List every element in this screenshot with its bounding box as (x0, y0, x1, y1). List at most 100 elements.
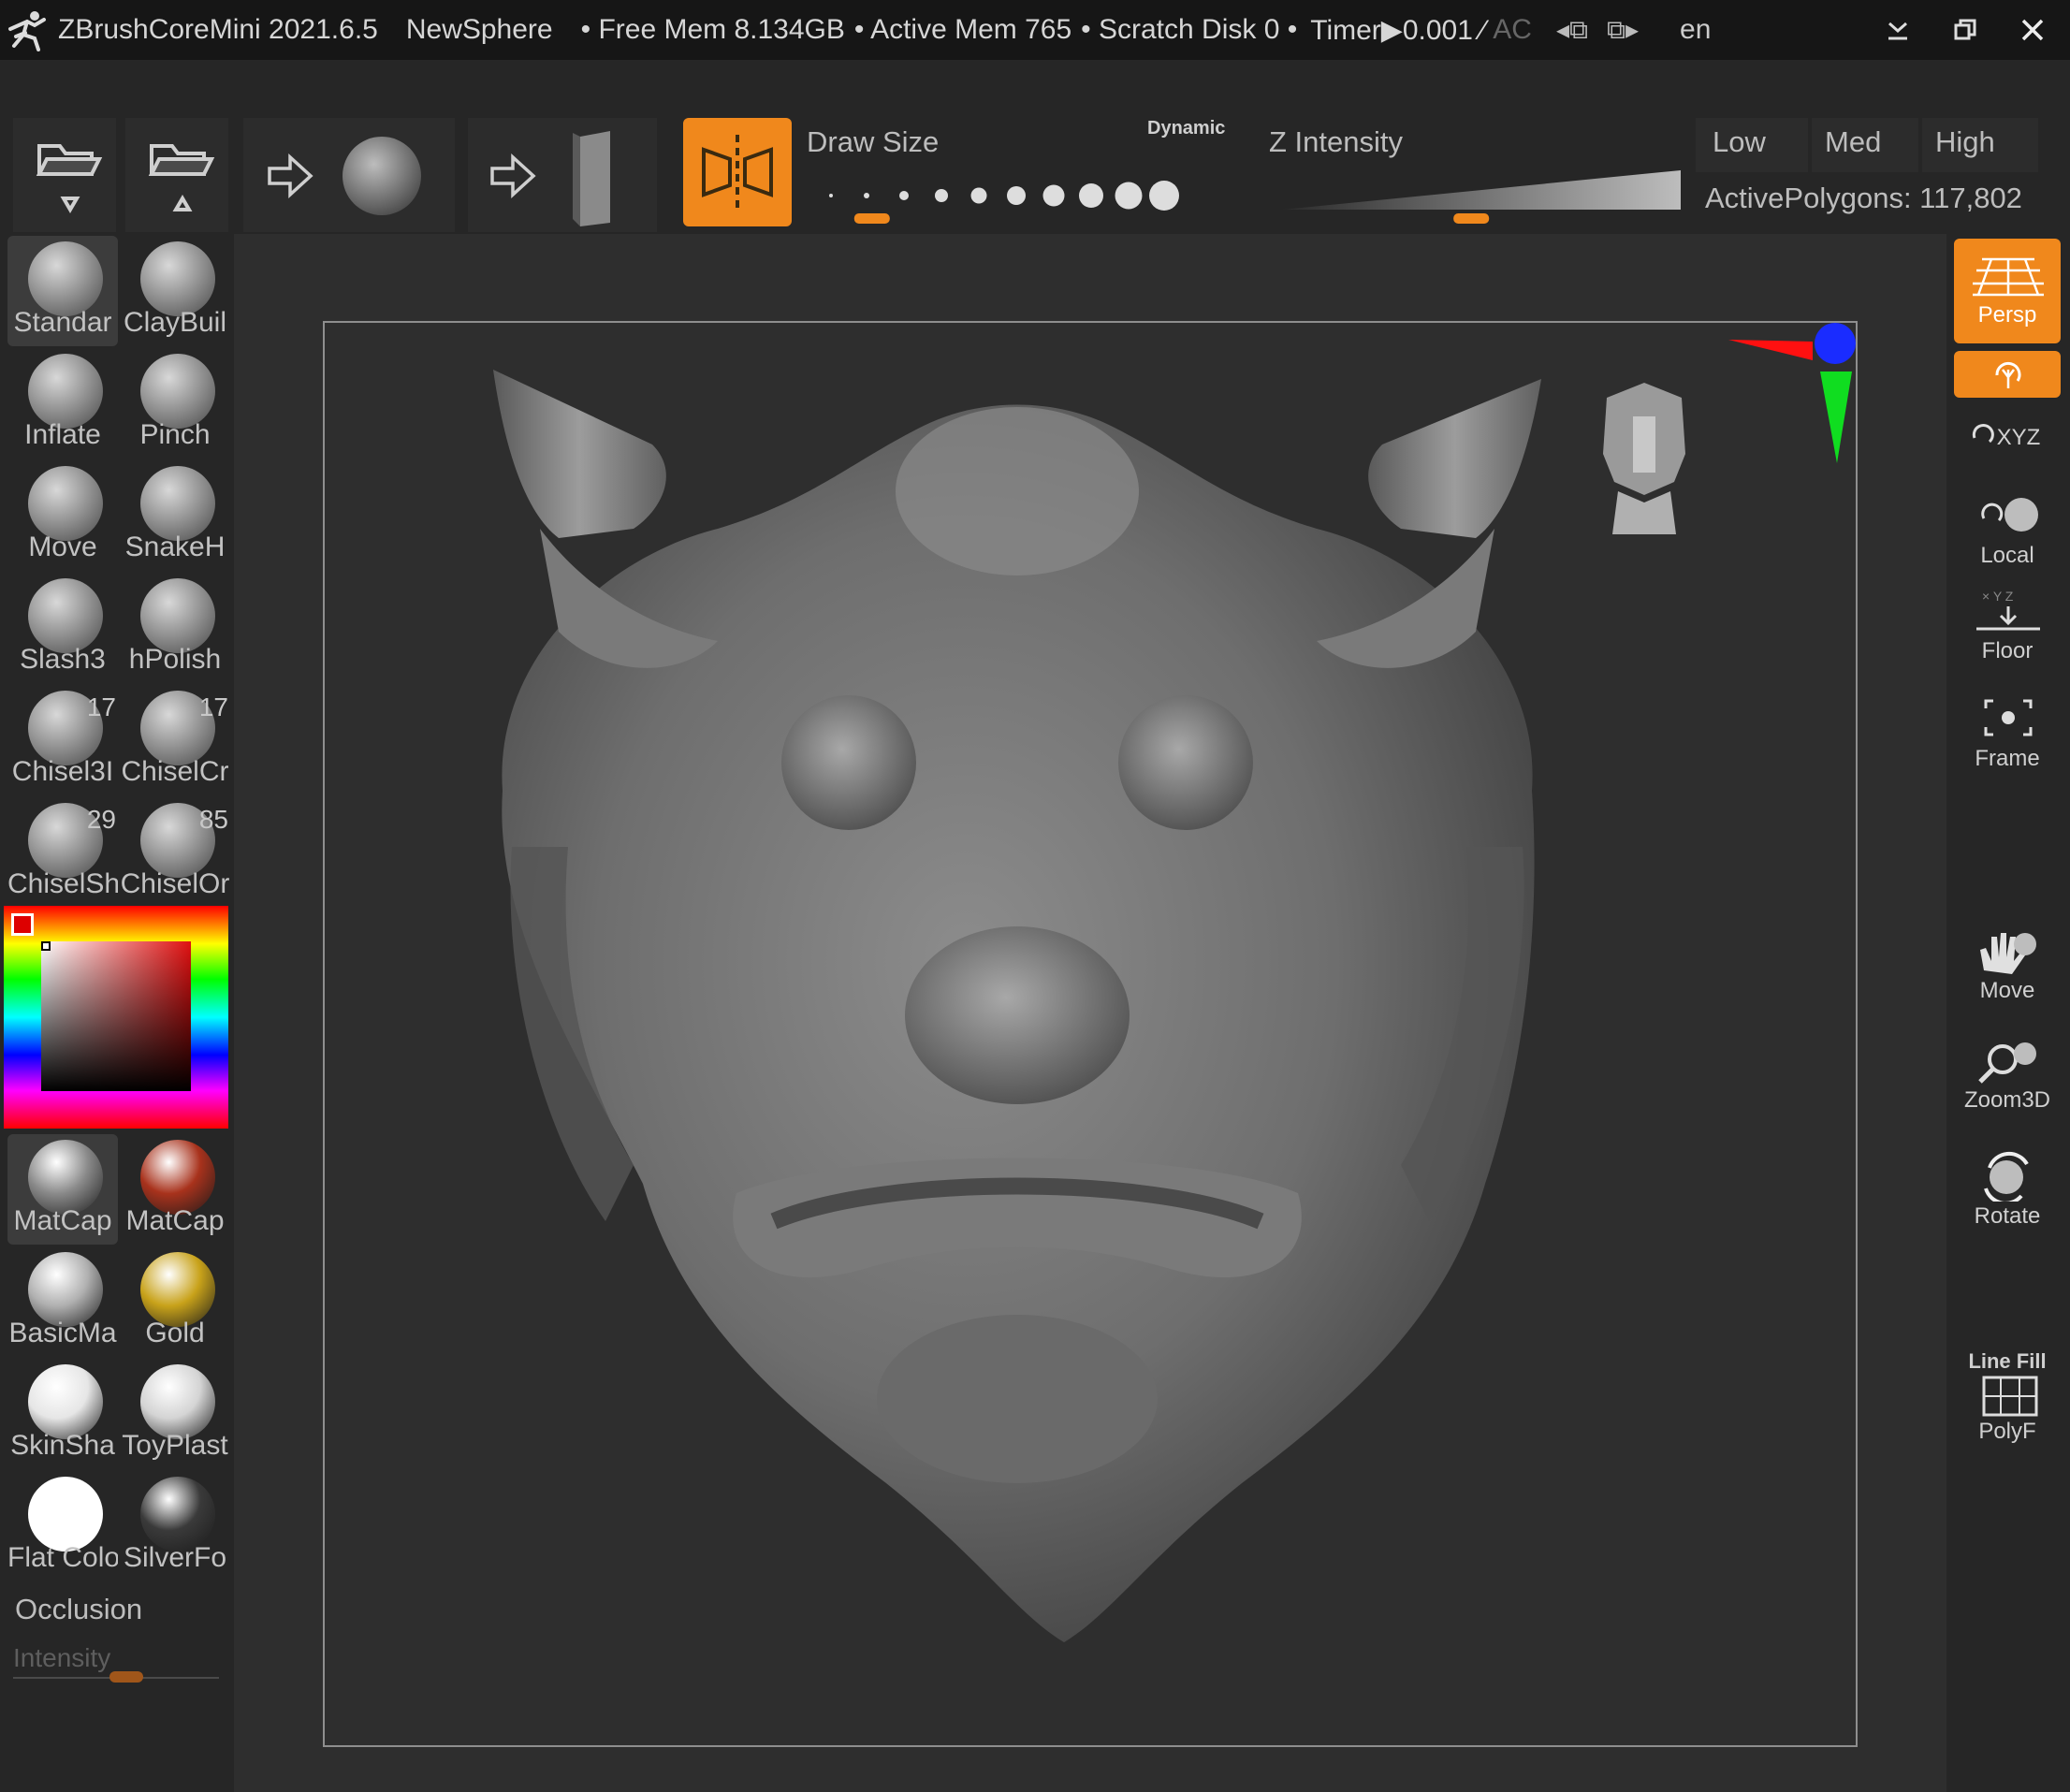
brush-inflate[interactable]: Inflate (7, 348, 118, 459)
sphere-primitive-button[interactable] (243, 118, 455, 232)
language-selector[interactable]: en (1680, 14, 1711, 46)
brush-move[interactable]: Move (7, 460, 118, 571)
brush-label: hPolish (128, 644, 222, 675)
axis-gizmo[interactable] (1728, 323, 1859, 463)
floor-button[interactable]: × Y Z Floor (1954, 571, 2061, 674)
cube-primitive-button[interactable] (468, 118, 657, 232)
material-2[interactable]: BasicMa (7, 1246, 118, 1357)
brush-count: 85 (198, 805, 228, 834)
material-1[interactable]: MatCap (120, 1134, 230, 1245)
intensity-thumb[interactable] (109, 1671, 143, 1683)
brush-chiselshapes[interactable]: ChiselSh 29 (7, 797, 118, 908)
brush-chiselcreature[interactable]: ChiselCr 17 (120, 685, 230, 795)
brush-snakehook[interactable]: SnakeH (120, 460, 230, 571)
active-mem: • Active Mem 765 (853, 14, 1072, 45)
right-panel: Persp XYZ Local × Y Z Floor Frame Move Z… (1946, 234, 2070, 1792)
brush-chiselornament[interactable]: ChiselOr 85 (120, 797, 230, 908)
zbrush-logo-icon (4, 6, 52, 54)
z-intensity-slider[interactable] (1282, 165, 1684, 230)
close-icon[interactable] (1999, 0, 2066, 60)
document-canvas[interactable] (323, 321, 1858, 1747)
brush-label: Pinch (139, 419, 211, 450)
material-sphere-icon (28, 1140, 103, 1215)
draw-size-thumb[interactable] (853, 213, 890, 224)
rotate-view-button[interactable]: Rotate (1954, 1142, 2061, 1246)
material-label: MatCap (125, 1205, 225, 1236)
line-fill-label: Line Fill (1968, 1349, 2047, 1373)
intensity-slider[interactable] (13, 1671, 219, 1683)
frame-icon (1984, 699, 2033, 736)
brush-count: 29 (86, 805, 116, 834)
color-saturation-square[interactable] (41, 941, 191, 1091)
open-button[interactable] (13, 118, 116, 232)
y-axis-icon (1820, 372, 1852, 463)
z-intensity-thumb[interactable] (1453, 213, 1490, 224)
material-label: Flat Colo (7, 1542, 118, 1573)
frame-button[interactable]: Frame (1954, 688, 2061, 791)
brush-hpolish[interactable]: hPolish (120, 573, 230, 683)
low-button[interactable]: Low (1696, 118, 1808, 172)
material-3[interactable]: Gold (120, 1246, 230, 1357)
material-sphere-icon (28, 1364, 103, 1439)
brush-slash3[interactable]: Slash3 (7, 573, 118, 683)
minimize-icon[interactable] (1864, 0, 1932, 60)
brush-standard[interactable]: Standar (7, 236, 118, 346)
material-4[interactable]: SkinSha (7, 1359, 118, 1469)
rotate-y-button[interactable] (1954, 351, 2061, 398)
brush-label: Slash3 (20, 644, 106, 675)
navigation-head-icon[interactable] (1588, 379, 1700, 538)
material-label: MatCap (13, 1205, 112, 1236)
xyz-label: XYZ (1996, 425, 2041, 450)
material-sphere-icon (140, 1364, 215, 1439)
move-view-button[interactable]: Move (1954, 922, 2061, 1025)
material-6[interactable]: Flat Colo (7, 1471, 118, 1581)
restore-icon[interactable] (1932, 0, 1999, 60)
z-intensity-label: Z Intensity (1269, 125, 1403, 158)
occlusion-label[interactable]: Occlusion (15, 1593, 142, 1626)
med-button[interactable]: Med (1812, 118, 1918, 172)
move-label: Move (1979, 978, 2035, 1003)
main-color-swatch[interactable] (11, 913, 34, 936)
zoom-magnifier-icon (1978, 1042, 2036, 1084)
frame-label: Frame (1975, 746, 2040, 771)
dynamic-toggle[interactable]: Dynamic (1147, 118, 1225, 139)
color-cursor[interactable] (41, 941, 51, 951)
brush-pinch[interactable]: Pinch (120, 348, 230, 459)
material-label: SilverFo (123, 1542, 227, 1573)
rotate-view-icon (1984, 1151, 2029, 1202)
high-button[interactable]: High (1922, 118, 2038, 172)
top-shelf: Draw Size Dynamic Z Intensity Low Med Hi… (0, 60, 2070, 234)
symmetry-toggle[interactable] (683, 118, 792, 226)
arrow-right-icon (490, 153, 536, 198)
material-7[interactable]: SilverFo (120, 1471, 230, 1581)
scratch-disk: • Scratch Disk 0 • (1081, 14, 1298, 45)
material-label: BasicMa (8, 1318, 117, 1348)
brush-label: Standar (13, 307, 112, 338)
local-button[interactable]: Local (1954, 487, 2061, 580)
draw-size-slider[interactable] (814, 172, 1226, 228)
active-polygons: ActivePolygons: 117,802 (1705, 182, 2022, 214)
sphere-icon (343, 137, 421, 215)
next-layout-icon[interactable]: ⧉▸ (1607, 14, 1639, 46)
brush-label: ChiselCr (121, 756, 229, 787)
brush-chisel3d[interactable]: Chisel3I 17 (7, 685, 118, 795)
free-mem: • Free Mem 8.134GB (580, 14, 845, 45)
med-label: Med (1825, 125, 1882, 158)
save-button[interactable] (125, 118, 228, 232)
material-5[interactable]: ToyPlast (120, 1359, 230, 1469)
app-title: ZBrushCoreMini 2021.6.5 (58, 14, 378, 45)
material-0[interactable]: MatCap (7, 1134, 118, 1245)
persp-button[interactable]: Persp (1954, 239, 2061, 343)
zoom3d-button[interactable]: Zoom3D (1954, 1029, 2061, 1132)
color-picker[interactable] (4, 906, 228, 1129)
local-symmetry-icon (1981, 498, 2038, 532)
save-folder-icon (148, 144, 215, 211)
xyz-button[interactable]: XYZ (1954, 402, 2061, 477)
brush-label: Inflate (24, 419, 101, 450)
perspective-grid-icon (1973, 257, 2044, 297)
brush-claybuildup[interactable]: ClayBuil (120, 236, 230, 346)
open-folder-icon (36, 144, 103, 213)
prev-layout-icon[interactable]: ◂⧉ (1556, 14, 1588, 46)
polyframe-button[interactable]: Line Fill PolyF (1954, 1338, 2061, 1450)
polyf-label: PolyF (1978, 1419, 2036, 1444)
